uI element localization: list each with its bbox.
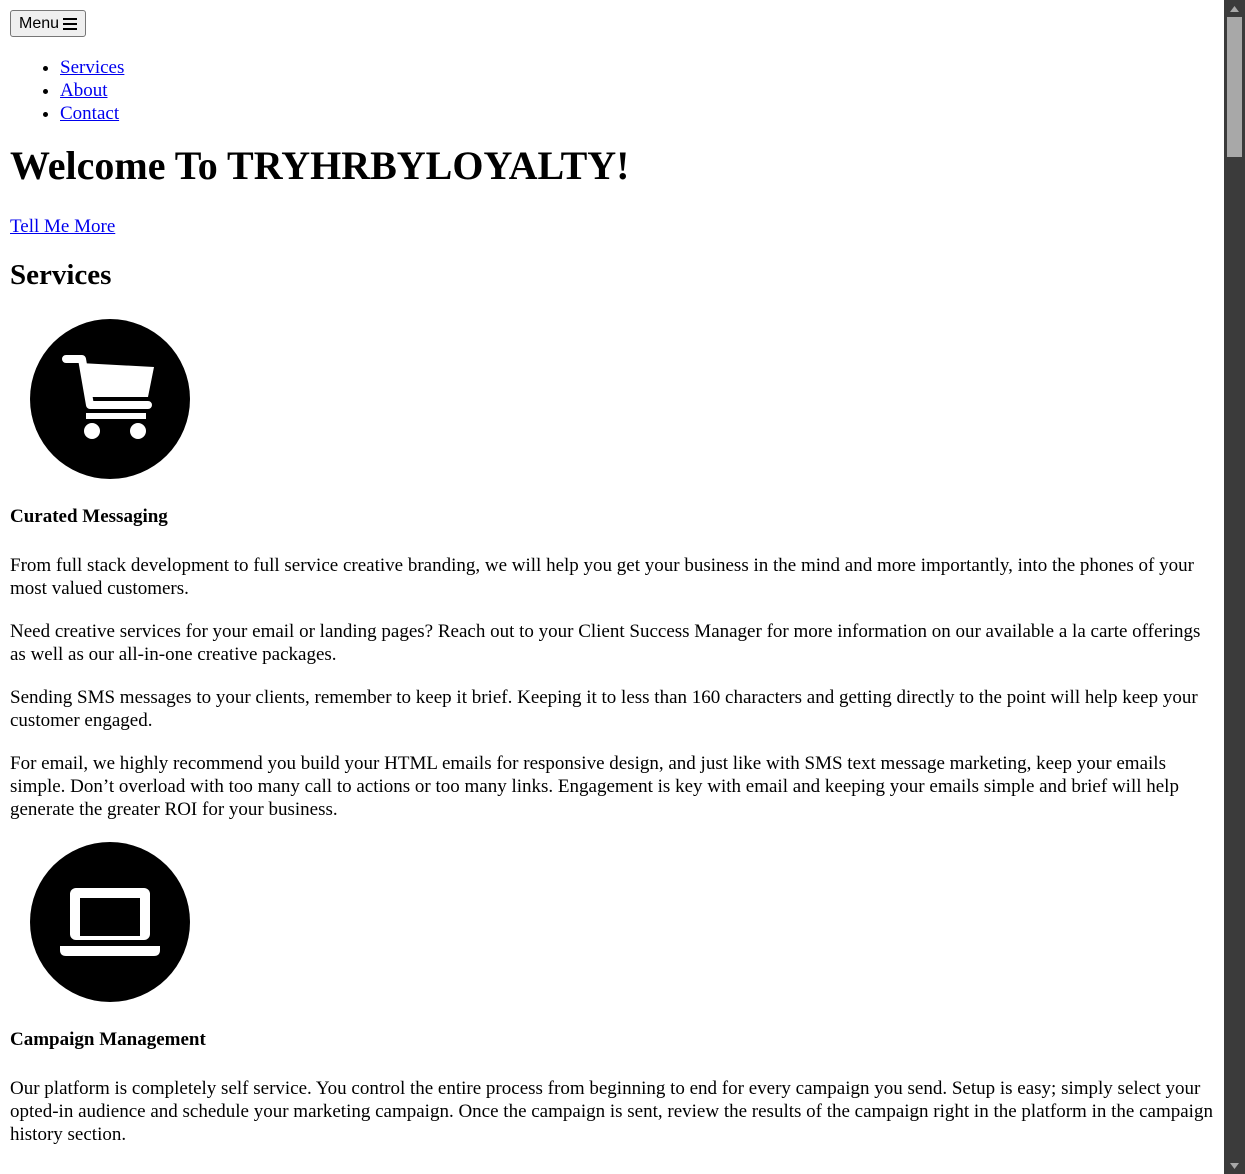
- shopping-cart-icon: [30, 319, 190, 479]
- services-heading: Services: [10, 259, 112, 291]
- shopping-cart-icon-graphic: [62, 355, 154, 439]
- nav-item-services: Services: [60, 56, 1214, 79]
- service-title-curated-messaging: Curated Messaging: [10, 506, 168, 527]
- service-paragraph: From full stack development to full serv…: [10, 555, 1194, 599]
- service-paragraph: For email, we highly recommend you build…: [10, 753, 1179, 820]
- menu-button-label: Menu: [19, 14, 60, 32]
- service-title-campaign-management: Campaign Management: [10, 1029, 206, 1050]
- scroll-down-arrow-icon[interactable]: [1224, 1157, 1245, 1174]
- page-viewport: Menu Services About Contact Welcome To T…: [0, 0, 1224, 1174]
- nav-list: Services About Contact: [10, 56, 1214, 125]
- page-content: Menu Services About Contact Welcome To T…: [0, 0, 1224, 1146]
- menu-button[interactable]: Menu: [10, 10, 87, 37]
- nav-item-about: About: [60, 79, 1214, 102]
- scroll-up-arrow-icon[interactable]: [1224, 0, 1245, 17]
- tell-me-more-link[interactable]: Tell Me More: [10, 215, 115, 238]
- page-title: Welcome To TRYHRBYLOYALTY!: [10, 143, 630, 188]
- hamburger-icon: [63, 17, 78, 30]
- laptop-icon: [30, 842, 190, 1002]
- scrollbar-thumb[interactable]: [1227, 17, 1242, 157]
- service-paragraph: Need creative services for your email or…: [10, 621, 1201, 665]
- nav-link-contact[interactable]: Contact: [60, 103, 119, 124]
- service-paragraph: Sending SMS messages to your clients, re…: [10, 687, 1198, 731]
- laptop-icon-graphic: [60, 888, 160, 956]
- nav-link-about[interactable]: About: [60, 80, 108, 101]
- service-paragraph: Our platform is completely self service.…: [10, 1078, 1213, 1145]
- nav-item-contact: Contact: [60, 102, 1214, 125]
- vertical-scrollbar[interactable]: [1224, 0, 1245, 1174]
- nav-link-services[interactable]: Services: [60, 57, 124, 78]
